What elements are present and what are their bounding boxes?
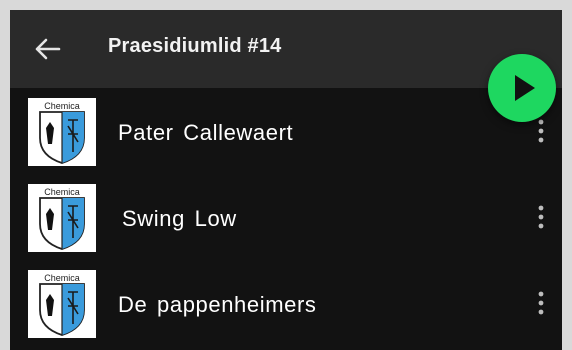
arrow-left-icon[interactable] (32, 34, 62, 64)
svg-text:Chemica: Chemica (44, 273, 80, 283)
track-title: De pappenheimers (118, 292, 317, 317)
track-title: Swing Low (122, 206, 237, 231)
album-cover: Chemica (28, 98, 96, 166)
svg-text:Chemica: Chemica (44, 187, 80, 197)
album-cover: Chemica (28, 184, 96, 252)
track-row[interactable]: Chemica Pater Callewaert (10, 88, 562, 174)
more-options-icon[interactable] (526, 200, 556, 234)
svg-text:Chemica: Chemica (44, 101, 80, 111)
top-bar: Praesidiumlid #14 (10, 10, 562, 88)
app-window: Praesidiumlid #14 Chemica Pater Callewae… (10, 10, 562, 350)
album-cover: Chemica (28, 270, 96, 338)
track-row[interactable]: Chemica De pappenheimers (10, 260, 562, 346)
page-title: Praesidiumlid #14 (108, 35, 282, 57)
more-options-icon[interactable] (526, 286, 556, 320)
track-title: Pater Callewaert (118, 120, 294, 145)
play-button[interactable] (488, 54, 556, 122)
track-row[interactable]: Chemica Swing Low (10, 174, 562, 260)
play-icon (515, 75, 535, 101)
